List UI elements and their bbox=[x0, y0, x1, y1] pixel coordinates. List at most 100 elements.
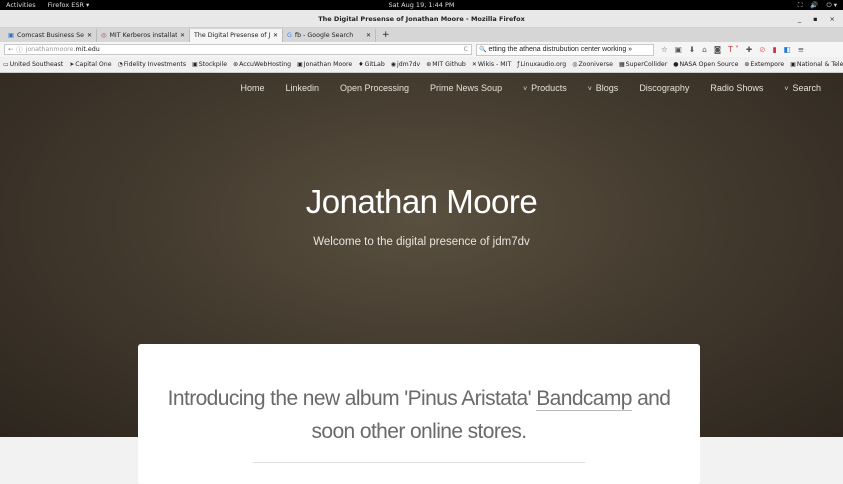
nav-item-search[interactable]: ˅ Search bbox=[784, 83, 821, 93]
intro-text-start: Introducing the new album 'Pinus Aristat… bbox=[167, 387, 537, 410]
bookmark-item[interactable]: ◎ Zooniverse bbox=[572, 61, 613, 68]
bookmark-label: Zooniverse bbox=[578, 61, 613, 68]
menu-icon[interactable]: ≡ bbox=[798, 45, 804, 54]
bookmark-favicon-icon: ♦ bbox=[358, 61, 364, 68]
bookmark-label: GitLab bbox=[364, 61, 385, 68]
bookmark-label: Capital One bbox=[75, 61, 112, 68]
bookmark-favicon-icon: ▣ bbox=[192, 61, 198, 68]
nav-label: Home bbox=[240, 83, 265, 93]
clock[interactable]: Sat Aug 19, 1:44 PM bbox=[0, 1, 843, 9]
bookmark-item[interactable]: ◉ jdm7dv bbox=[391, 61, 420, 68]
nav-item-radio-shows[interactable]: Radio Shows bbox=[710, 83, 763, 93]
bookmark-item[interactable]: ◔ Fidelity Investments bbox=[118, 61, 187, 68]
network-icon[interactable]: ⛶ bbox=[798, 1, 803, 10]
bookmark-item[interactable]: ♦ GitLab bbox=[358, 61, 385, 68]
bookmark-item[interactable]: ▭ United Southeast bbox=[3, 61, 63, 68]
tab-strip: ▣ Comcast Business Se... ✕ ◎ MIT Kerberos i… bbox=[0, 28, 843, 42]
bookmark-label: Stockpile bbox=[198, 61, 228, 68]
block-extension-icon[interactable]: ⊘ bbox=[759, 45, 765, 54]
bookmark-label: Jonathan Moore bbox=[303, 61, 353, 68]
pocket-icon[interactable]: ◙ bbox=[714, 45, 721, 54]
close-tab-icon[interactable]: ✕ bbox=[180, 32, 185, 39]
url-bar[interactable]: ← ⓘ jonathanmoore.mit.edu C bbox=[4, 44, 472, 55]
nav-item-discography[interactable]: Discography bbox=[639, 83, 689, 93]
chevron-down-icon: ˅ bbox=[784, 86, 789, 93]
back-icon[interactable]: ← bbox=[8, 46, 13, 53]
bookmark-favicon-icon: ✕ bbox=[471, 61, 477, 68]
intro-card: Introducing the new album 'Pinus Aristat… bbox=[138, 344, 700, 484]
app-menu[interactable]: Firefox ESR ▾ bbox=[48, 1, 90, 9]
bookmark-label: jdm7dv bbox=[397, 61, 421, 68]
library-icon[interactable]: ▣ bbox=[675, 45, 682, 54]
intro-text: Introducing the new album 'Pinus Aristat… bbox=[138, 382, 700, 448]
bookmark-item[interactable]: ✕ Wikis - MIT bbox=[472, 61, 511, 68]
bookmark-item[interactable]: ƒ Linuxaudio.org bbox=[517, 61, 566, 68]
tab[interactable]: Gfb - Google Search ✕ bbox=[283, 29, 376, 42]
download-icon[interactable]: ⬇ bbox=[689, 45, 695, 54]
text-extension-icon[interactable]: T ˅ bbox=[728, 45, 739, 54]
url-prefix: jonathanmoore. bbox=[25, 46, 76, 53]
nav-item-open-processing[interactable]: Open Processing bbox=[340, 83, 409, 93]
blue-extension-icon[interactable]: ◧ bbox=[784, 45, 791, 54]
nav-label: Search bbox=[792, 83, 821, 93]
nav-item-products[interactable]: ˅ Products bbox=[523, 83, 567, 93]
bookmark-favicon-icon: ⊛ bbox=[426, 61, 432, 68]
info-icon[interactable]: ⓘ bbox=[16, 45, 22, 54]
bookmark-label: Wikis - MIT bbox=[477, 61, 512, 68]
bookmark-favicon-icon: ◔ bbox=[117, 61, 123, 68]
window-title: The Digital Presense of Jonathan Moore -… bbox=[318, 14, 525, 23]
maximize-button[interactable]: ▪ bbox=[813, 15, 817, 23]
bookmark-favicon-icon: ● bbox=[673, 61, 679, 68]
bandcamp-link[interactable]: Bandcamp bbox=[536, 387, 632, 411]
search-input[interactable]: 🔍 etting the athena distrubution center w… bbox=[476, 43, 654, 56]
tab-label: The Digital Presense of J... bbox=[194, 32, 270, 39]
bookmark-item[interactable]: ⊛ MIT Github bbox=[426, 61, 466, 68]
bookmark-favicon-icon: ▭ bbox=[3, 61, 9, 68]
new-tab-button[interactable]: + bbox=[376, 30, 396, 40]
nav-item-home[interactable]: Home bbox=[240, 83, 264, 93]
navigation-toolbar: ← ⓘ jonathanmoore.mit.edu C 🔍 etting the … bbox=[0, 42, 843, 57]
tab[interactable]: ▣ Comcast Business Se... ✕ bbox=[4, 29, 97, 42]
volume-icon[interactable]: 🔊 bbox=[810, 1, 818, 10]
nav-label: Blogs bbox=[595, 83, 619, 93]
bookmarks-toolbar: ▭ United Southeast ➤ Capital One ◔ Fidelity I… bbox=[0, 57, 843, 73]
bookmark-label: AccuWebHosting bbox=[239, 61, 292, 68]
bookmark-label: Fidelity Investments bbox=[123, 61, 187, 68]
extension-icon[interactable]: ✚ bbox=[746, 45, 752, 54]
bookmark-item[interactable]: ⊛ AccuWebHosting bbox=[233, 61, 291, 68]
nav-item-linkedin[interactable]: Linkedin bbox=[285, 83, 319, 93]
activities-button[interactable]: Activities bbox=[6, 1, 36, 9]
home-icon[interactable]: ⌂ bbox=[702, 45, 707, 54]
bookmark-item[interactable]: ➤ Capital One bbox=[69, 61, 111, 68]
reload-icon[interactable]: C bbox=[464, 46, 468, 53]
bookmark-item[interactable]: ▣National & Telecom Dat... bbox=[790, 61, 843, 68]
tab[interactable]: ◎ MIT Kerberos installat... ✕ bbox=[97, 29, 190, 42]
chevron-down-icon: ˅ bbox=[587, 86, 592, 93]
bookmark-favicon-icon: ➤ bbox=[69, 61, 75, 68]
tab-favicon-icon: ◎ bbox=[101, 32, 107, 39]
bookmark-item[interactable]: ⊛ Extempore bbox=[744, 61, 784, 68]
divider bbox=[253, 462, 585, 463]
bookmark-item[interactable]: ● NASA Open Source bbox=[673, 61, 738, 68]
minimize-button[interactable]: _ bbox=[798, 15, 801, 23]
bookmark-item[interactable]: ▣ Stockpile bbox=[192, 61, 227, 68]
site-navigation: Home Linkedin Open Processing Prime News So… bbox=[240, 83, 821, 93]
close-tab-icon[interactable]: ✕ bbox=[87, 32, 92, 39]
bookmark-extension-icon[interactable]: ▮ bbox=[772, 45, 776, 54]
search-icon: 🔍 bbox=[479, 47, 487, 53]
bookmark-star-icon[interactable]: ☆ bbox=[661, 45, 668, 54]
close-tab-icon[interactable]: ✕ bbox=[366, 32, 371, 39]
nav-item-blogs[interactable]: ˅ Blogs bbox=[588, 83, 619, 93]
bookmark-label: Extempore bbox=[750, 61, 785, 68]
power-icon[interactable]: ⏻ ▾ bbox=[827, 1, 837, 10]
tab-label: fb - Google Search bbox=[294, 32, 354, 39]
url-host: mit.edu bbox=[75, 46, 100, 53]
bookmark-label: NASA Open Source bbox=[679, 61, 739, 68]
bookmark-item[interactable]: ▣ Jonathan Moore bbox=[297, 61, 352, 68]
close-tab-icon[interactable]: ✕ bbox=[273, 32, 278, 39]
tab-active[interactable]: The Digital Presense of J... ✕ bbox=[190, 29, 283, 42]
close-button[interactable]: × bbox=[830, 15, 835, 23]
tab-label: MIT Kerberos installat... bbox=[109, 32, 177, 39]
nav-item-prime-news-soup[interactable]: Prime News Soup bbox=[430, 83, 502, 93]
bookmark-item[interactable]: ▦ SuperCollider bbox=[619, 61, 667, 68]
